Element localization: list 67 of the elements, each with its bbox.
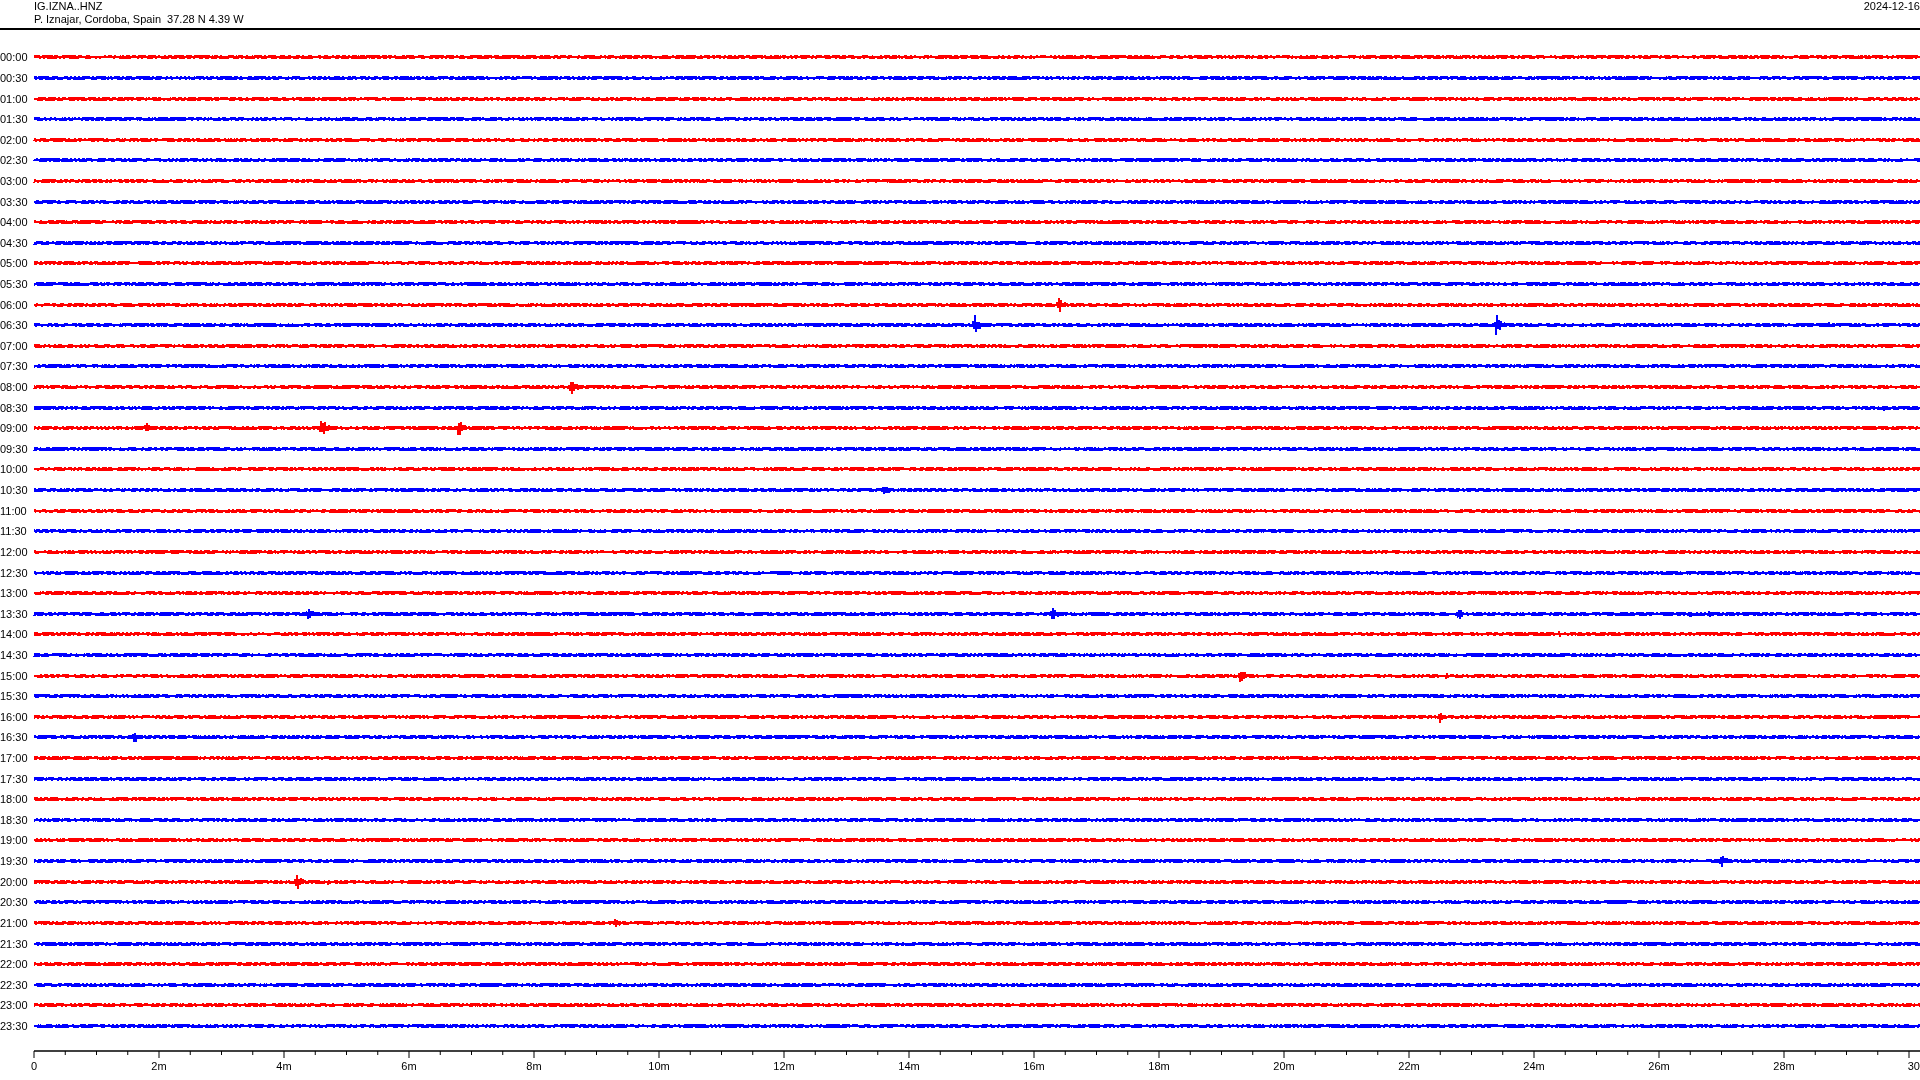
time-label: 13:30: [0, 607, 29, 620]
axis-tick-label: 4m: [276, 1060, 292, 1073]
axis-tick-label: 22m: [1398, 1060, 1420, 1073]
time-label: 00:00: [0, 51, 29, 64]
axis-tick-label: 10m: [648, 1060, 670, 1073]
time-label: 17:30: [0, 772, 29, 785]
time-label: 23:00: [0, 999, 29, 1012]
time-label: 10:00: [0, 463, 29, 476]
axis-tick-label: 28m: [1773, 1060, 1795, 1073]
time-label: 17:00: [0, 752, 29, 764]
time-label: 07:00: [0, 339, 29, 352]
time-label: 03:00: [0, 174, 29, 187]
time-label: 08:30: [0, 401, 29, 414]
time-label: 12:00: [0, 545, 29, 558]
time-label: 04:30: [0, 236, 29, 249]
time-label: 20:30: [0, 896, 29, 909]
axis-tick-label: 0: [30, 1060, 38, 1073]
time-label: 15:30: [0, 690, 29, 703]
time-label: 13:00: [0, 587, 29, 600]
station-code: IG.IZNA..HNZ: [34, 0, 104, 13]
time-label: 23:30: [0, 1019, 29, 1032]
axis-tick-label: 2m: [151, 1060, 167, 1073]
axis-tick-label: 16m: [1023, 1060, 1045, 1073]
time-label: 11:00: [0, 504, 28, 517]
time-label: 08:00: [0, 381, 29, 394]
station-location: P. Iznajar, Cordoba, Spain 37.28 N 4.39 W: [34, 13, 244, 26]
axis-tick-label: 6m: [401, 1060, 417, 1073]
time-label: 04:00: [0, 216, 29, 229]
time-label: 19:00: [0, 834, 29, 847]
time-label: 05:30: [0, 278, 29, 290]
time-label: 16:30: [0, 731, 29, 744]
time-label: 01:30: [0, 113, 29, 126]
time-label: 18:30: [0, 813, 29, 826]
time-label: 15:00: [0, 669, 29, 682]
axis-tick-label: 12m: [773, 1060, 795, 1073]
time-label: 11:30: [0, 525, 28, 538]
time-label: 06:30: [0, 319, 29, 332]
date-label: 2024-12-16: [1863, 0, 1920, 14]
time-label: 16:00: [0, 710, 29, 723]
time-label: 00:30: [0, 71, 29, 84]
axis-tick-label: 26m: [1648, 1060, 1670, 1073]
time-label: 02:00: [0, 133, 29, 146]
axis-tick-label: 18m: [1148, 1060, 1170, 1073]
axis-tick-label: 8m: [526, 1060, 542, 1073]
time-label: 01:00: [0, 92, 29, 105]
time-label: 20:00: [0, 875, 29, 888]
time-label: 10:30: [0, 484, 29, 497]
time-label: 19:30: [0, 855, 29, 868]
time-label: 22:30: [0, 978, 29, 991]
time-label: 18:00: [0, 793, 29, 806]
time-label: 09:00: [0, 422, 29, 435]
time-label: 14:30: [0, 648, 29, 661]
axis-tick-label: 14m: [898, 1060, 920, 1073]
axis-tick-label: 30: [1907, 1060, 1920, 1073]
time-label: 05:00: [0, 257, 29, 270]
axis-tick-label: 24m: [1523, 1060, 1545, 1073]
axis-tick-label: 20m: [1273, 1060, 1295, 1073]
time-label: 12:30: [0, 566, 29, 579]
time-label: 21:00: [0, 916, 29, 929]
time-label: 21:30: [0, 937, 29, 950]
time-label: 22:00: [0, 958, 29, 971]
time-label: 09:30: [0, 442, 29, 455]
time-label: 02:30: [0, 154, 29, 167]
time-label: 06:00: [0, 298, 29, 311]
time-label: 14:00: [0, 628, 29, 641]
time-label: 03:30: [0, 195, 29, 208]
time-label: 07:30: [0, 360, 29, 373]
